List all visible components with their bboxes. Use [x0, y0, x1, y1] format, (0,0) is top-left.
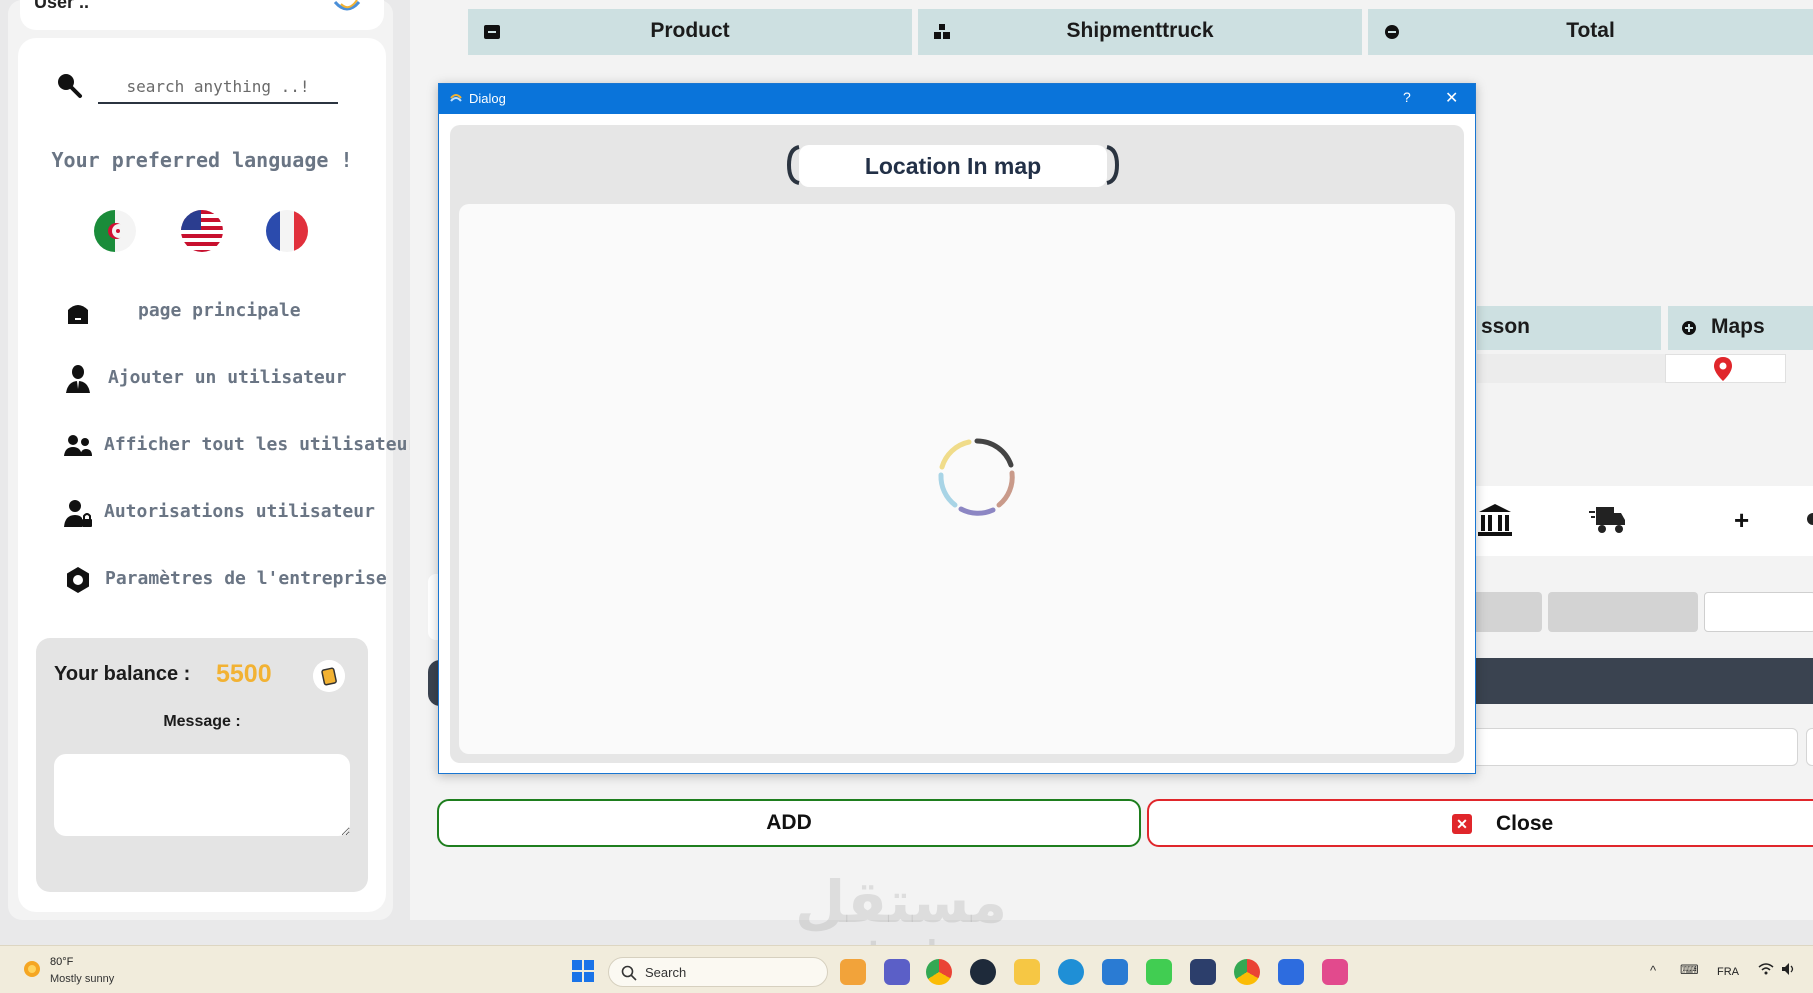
- tab-product[interactable]: Product: [468, 9, 912, 55]
- sun-icon[interactable]: [20, 957, 44, 981]
- sidebar-item-label: Autorisations utilisateur: [104, 501, 375, 522]
- input-language[interactable]: FRA: [1717, 966, 1739, 978]
- table-header-maps: Maps: [1668, 306, 1813, 350]
- qt-app-icon[interactable]: [1146, 959, 1172, 985]
- flag-usa-icon[interactable]: [181, 210, 223, 252]
- keyboard-icon[interactable]: ⌨: [1680, 963, 1699, 978]
- app-icon[interactable]: [970, 959, 996, 985]
- map-pin-icon[interactable]: [1713, 356, 1733, 382]
- balance-label: Your balance :: [54, 663, 191, 685]
- map-view[interactable]: [459, 204, 1455, 754]
- language-title: Your preferred language !: [51, 148, 353, 172]
- search-input[interactable]: [98, 70, 338, 104]
- plus-icon[interactable]: +: [1734, 505, 1749, 536]
- table-header-label: sson: [1481, 315, 1531, 338]
- sidebar-item-afficher-utilisateurs[interactable]: Afficher tout les utilisateurs: [58, 424, 429, 470]
- flag-algeria-icon[interactable]: [94, 210, 136, 252]
- sidebar-item-label: Paramètres de l'entreprise: [105, 568, 387, 589]
- vscode-app-icon[interactable]: [1102, 959, 1128, 985]
- taskbar-search-label: Search: [645, 965, 687, 980]
- logo-icon: [333, 0, 361, 11]
- dialog-window: Dialog ? ✕ Location In map: [438, 83, 1476, 774]
- weather-description[interactable]: Mostly sunny: [50, 973, 114, 985]
- user-lock-icon: [64, 500, 92, 527]
- balance-value: 5500: [216, 660, 272, 688]
- table-header-livraison: sson: [1477, 306, 1661, 350]
- sidebar-item-autorisations[interactable]: Autorisations utilisateur: [58, 491, 378, 537]
- tab-label: Total: [1566, 19, 1615, 42]
- help-button[interactable]: ?: [1403, 89, 1411, 105]
- sidebar-item-page-principale[interactable]: page principale: [58, 290, 378, 336]
- table-header-label: Maps: [1711, 315, 1765, 338]
- add-user-icon: [66, 365, 90, 393]
- dialog-close-button[interactable]: ✕: [1445, 88, 1458, 108]
- text-input[interactable]: [1704, 592, 1813, 632]
- home-icon: [68, 305, 88, 324]
- table-cell: [1477, 354, 1665, 383]
- tray-chevron-icon[interactable]: ^: [1650, 963, 1656, 978]
- chrome-app-icon[interactable]: [926, 959, 952, 985]
- message-textarea[interactable]: [54, 754, 350, 836]
- dialog-heading: Location In map: [864, 153, 1042, 179]
- text-input[interactable]: [1806, 728, 1813, 766]
- flag-france-icon[interactable]: [266, 210, 308, 252]
- chrome-app-icon[interactable]: [1234, 959, 1260, 985]
- dialog-app-icon[interactable]: [1278, 959, 1304, 985]
- taskbar-search[interactable]: Search: [608, 957, 828, 987]
- sidebar-item-label: Afficher tout les utilisateurs: [104, 434, 430, 455]
- sidebar-item-parametres-entreprise[interactable]: Paramètres de l'entreprise: [58, 558, 387, 604]
- add-button[interactable]: ADD: [437, 799, 1141, 847]
- close-icon: ✕: [1452, 814, 1472, 834]
- volume-icon[interactable]: [1781, 962, 1797, 976]
- text-input[interactable]: [1420, 728, 1798, 766]
- map-heading: Location In map: [783, 143, 1123, 188]
- tab-label: Product: [650, 19, 730, 42]
- copilot-app-icon[interactable]: [840, 959, 866, 985]
- truck-icon[interactable]: [1588, 503, 1626, 537]
- watermark-arabic: مستقل: [795, 868, 1008, 936]
- mysql-app-icon[interactable]: [1190, 959, 1216, 985]
- windows-start-icon[interactable]: [571, 959, 595, 983]
- close-button-label: Close: [1496, 812, 1554, 835]
- close-button[interactable]: ✕ Close: [1147, 799, 1813, 847]
- search-icon[interactable]: [54, 70, 84, 100]
- sidebar-item-label: Ajouter un utilisateur: [108, 367, 347, 388]
- teams-app-icon[interactable]: [884, 959, 910, 985]
- settings-icon: [67, 567, 89, 593]
- tab-label: Shipmenttruck: [1066, 19, 1214, 42]
- user-label: User ..: [34, 0, 90, 12]
- app-logo-icon: [450, 94, 462, 102]
- dialog-title: Dialog: [469, 91, 506, 106]
- wallet-icon: [313, 660, 345, 692]
- edge-app-icon[interactable]: [1058, 959, 1084, 985]
- loading-spinner-icon: [938, 438, 1015, 516]
- weather-temperature[interactable]: 80°F: [50, 956, 73, 968]
- plus-circle-icon: [1682, 321, 1696, 335]
- sidebar-item-label: page principale: [138, 300, 301, 321]
- settings-icon[interactable]: [1803, 505, 1813, 533]
- users-icon: [64, 435, 92, 456]
- search-icon: [621, 965, 637, 981]
- file-explorer-icon[interactable]: [1014, 959, 1040, 985]
- wifi-icon[interactable]: [1758, 962, 1774, 976]
- dialog-titlebar[interactable]: Dialog ? ✕: [439, 84, 1475, 114]
- sidebar-item-ajouter-utilisateur[interactable]: Ajouter un utilisateur: [58, 357, 378, 403]
- gray-button[interactable]: [1548, 592, 1698, 632]
- snipping-tool-icon[interactable]: [1322, 959, 1348, 985]
- tab-shipmenttruck[interactable]: Shipmenttruck: [918, 9, 1362, 55]
- bank-icon[interactable]: [1477, 503, 1513, 537]
- tab-total[interactable]: Total: [1368, 9, 1813, 55]
- message-label: Message :: [163, 713, 241, 730]
